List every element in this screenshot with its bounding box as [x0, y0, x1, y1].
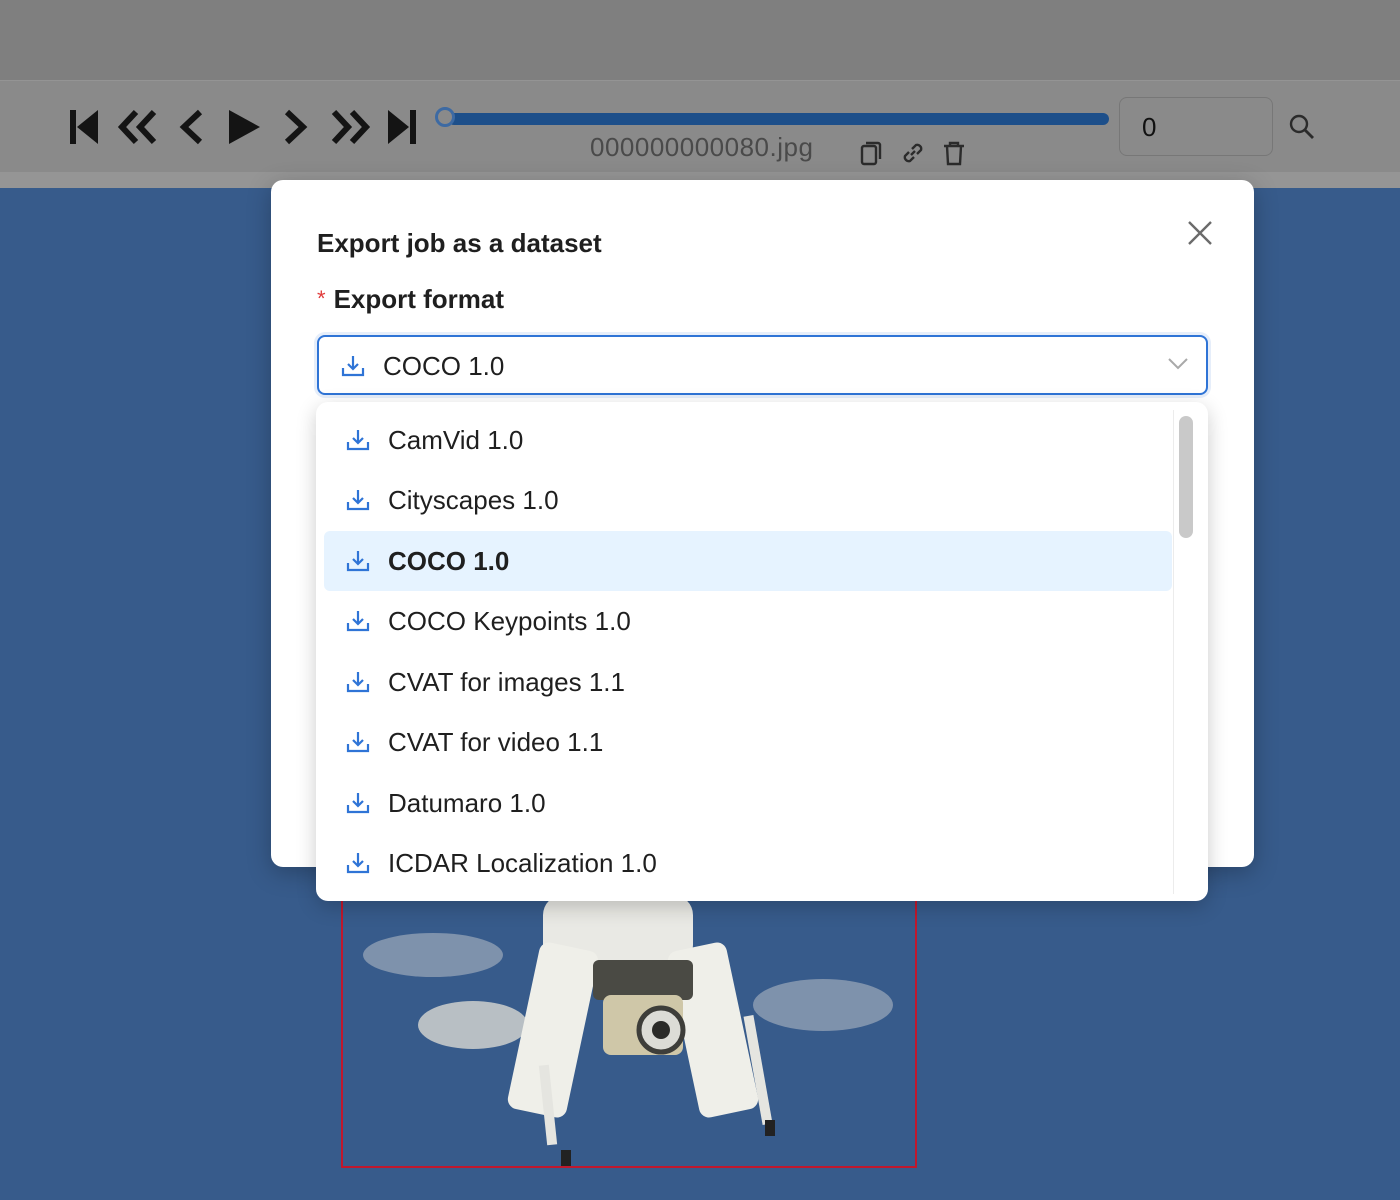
format-option-cvat-video[interactable]: CVAT for video 1.1 [324, 712, 1172, 772]
download-icon [346, 730, 370, 759]
close-icon[interactable] [1187, 220, 1213, 246]
format-option-coco[interactable]: COCO 1.0 [324, 531, 1172, 591]
download-icon [346, 851, 370, 880]
option-label: CVAT for video 1.1 [388, 727, 604, 757]
download-icon [341, 354, 365, 383]
download-icon [346, 549, 370, 578]
format-option-coco-keypoints[interactable]: COCO Keypoints 1.0 [324, 591, 1172, 651]
download-icon [346, 670, 370, 699]
option-label: CamVid 1.0 [388, 425, 524, 455]
download-icon [346, 428, 370, 457]
format-option-camvid[interactable]: CamVid 1.0 [324, 410, 1172, 470]
previous-frame-icon[interactable] [176, 106, 206, 148]
required-mark: * [317, 286, 326, 311]
backward-step-icon[interactable] [116, 106, 160, 148]
export-format-label: * Export format [317, 284, 504, 315]
frame-slider-handle[interactable] [435, 107, 455, 127]
dropdown-scrollbar-thumb[interactable] [1179, 416, 1193, 538]
option-label: COCO Keypoints 1.0 [388, 606, 631, 636]
next-frame-icon[interactable] [281, 106, 311, 148]
frame-slider[interactable] [448, 113, 1109, 125]
frame-filename: 000000000080.jpg [590, 132, 814, 162]
link-icon[interactable] [900, 140, 926, 171]
last-frame-icon[interactable] [386, 106, 418, 148]
chevron-down-icon[interactable] [1167, 356, 1189, 377]
copy-icon[interactable] [860, 140, 882, 171]
format-option-datumaro[interactable]: Datumaro 1.0 [324, 773, 1172, 833]
option-label: COCO 1.0 [388, 546, 510, 576]
export-format-label-text: Export format [333, 284, 505, 314]
play-icon[interactable] [226, 106, 262, 148]
option-label: CVAT for images 1.1 [388, 667, 625, 697]
download-icon [346, 791, 370, 820]
option-label: Datumaro 1.0 [388, 788, 546, 818]
forward-step-icon[interactable] [328, 106, 372, 148]
format-option-cvat-images[interactable]: CVAT for images 1.1 [324, 652, 1172, 712]
app-header [0, 0, 1400, 80]
download-icon [346, 488, 370, 517]
export-format-select[interactable]: COCO 1.0 [317, 335, 1208, 395]
first-frame-icon[interactable] [68, 106, 100, 148]
format-option-icdar-localization[interactable]: ICDAR Localization 1.0 [324, 833, 1172, 893]
frame-number-input[interactable]: 0 [1119, 97, 1273, 156]
delete-icon[interactable] [942, 140, 966, 171]
annotation-bounding-box[interactable] [341, 895, 917, 1168]
export-format-dropdown: CamVid 1.0 Cityscapes 1.0 COCO 1.0 COCO … [316, 402, 1208, 901]
option-label: Cityscapes 1.0 [388, 485, 559, 515]
format-option-cityscapes[interactable]: Cityscapes 1.0 [324, 470, 1172, 530]
search-icon[interactable] [1289, 114, 1315, 145]
download-icon [346, 609, 370, 638]
modal-title: Export job as a dataset [317, 228, 602, 258]
selected-format-value: COCO 1.0 [383, 351, 505, 381]
drone-image [363, 895, 893, 1166]
option-label: ICDAR Localization 1.0 [388, 848, 657, 878]
